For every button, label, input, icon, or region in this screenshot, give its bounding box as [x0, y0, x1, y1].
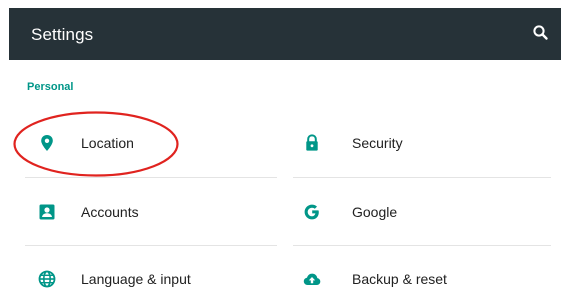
divider: [25, 177, 277, 178]
settings-item-label: Google: [352, 204, 398, 220]
lock-icon: [306, 134, 318, 151]
section-header-personal: Personal: [27, 81, 74, 93]
settings-screen: Settings Personal Location Security Acco…: [0, 0, 570, 308]
search-icon: [533, 25, 548, 40]
account-box-icon: [39, 204, 55, 220]
settings-item-label: Accounts: [81, 204, 139, 220]
settings-item-label: Language & input: [81, 271, 191, 287]
page-title: Settings: [31, 25, 94, 44]
divider: [25, 245, 277, 246]
location-pin-icon: [41, 135, 53, 151]
settings-item-label: Security: [352, 135, 403, 151]
settings-item-accounts[interactable]: Accounts: [37, 187, 257, 237]
settings-item-backup-reset[interactable]: Backup & reset: [302, 254, 542, 304]
google-icon: [304, 204, 319, 220]
divider: [293, 245, 551, 246]
cloud-upload-icon: [303, 273, 321, 285]
settings-item-label: Location: [81, 135, 134, 151]
settings-item-location[interactable]: Location: [37, 118, 257, 168]
settings-item-label: Backup & reset: [352, 271, 447, 287]
settings-item-google[interactable]: Google: [302, 187, 542, 237]
settings-item-security[interactable]: Security: [302, 118, 542, 168]
globe-icon: [38, 270, 56, 288]
app-bar: Settings: [9, 8, 561, 60]
settings-item-language-input[interactable]: Language & input: [37, 254, 257, 304]
search-button[interactable]: [531, 23, 551, 43]
divider: [293, 177, 551, 178]
